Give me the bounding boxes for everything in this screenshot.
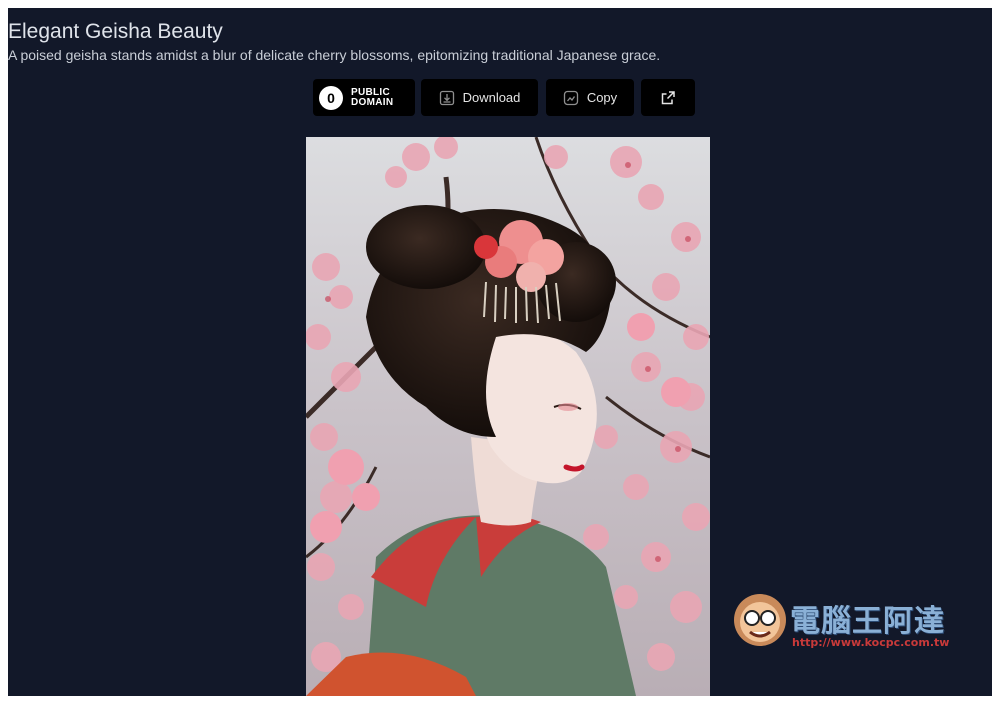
site-watermark: 電腦王阿達 http://www.kocpc.com.tw xyxy=(730,588,980,658)
download-label: Download xyxy=(462,90,521,105)
license-line1: PUBLIC xyxy=(351,86,391,98)
geisha-image xyxy=(306,137,710,696)
download-icon xyxy=(439,90,454,105)
public-domain-icon: 0 xyxy=(319,85,343,110)
page-title: Elegant Geisha Beauty xyxy=(8,20,223,43)
page-frame: Elegant Geisha Beauty A poised geisha st… xyxy=(8,8,992,696)
copy-icon xyxy=(563,90,578,105)
copy-label: Copy xyxy=(586,90,618,105)
page-description: A poised geisha stands amidst a blur of … xyxy=(8,47,661,63)
mascot-icon xyxy=(734,594,786,646)
copy-button[interactable]: Copy xyxy=(546,79,634,116)
license-line2: DOMAIN xyxy=(351,96,394,108)
download-button[interactable]: Download xyxy=(421,79,538,116)
open-external-button[interactable] xyxy=(641,79,695,116)
public-domain-button[interactable]: 0 PUBLIC DOMAIN xyxy=(313,79,415,116)
watermark-url: http://www.kocpc.com.tw xyxy=(792,636,950,649)
external-link-icon xyxy=(661,90,675,104)
watermark-brand: 電腦王阿達 xyxy=(790,604,945,639)
